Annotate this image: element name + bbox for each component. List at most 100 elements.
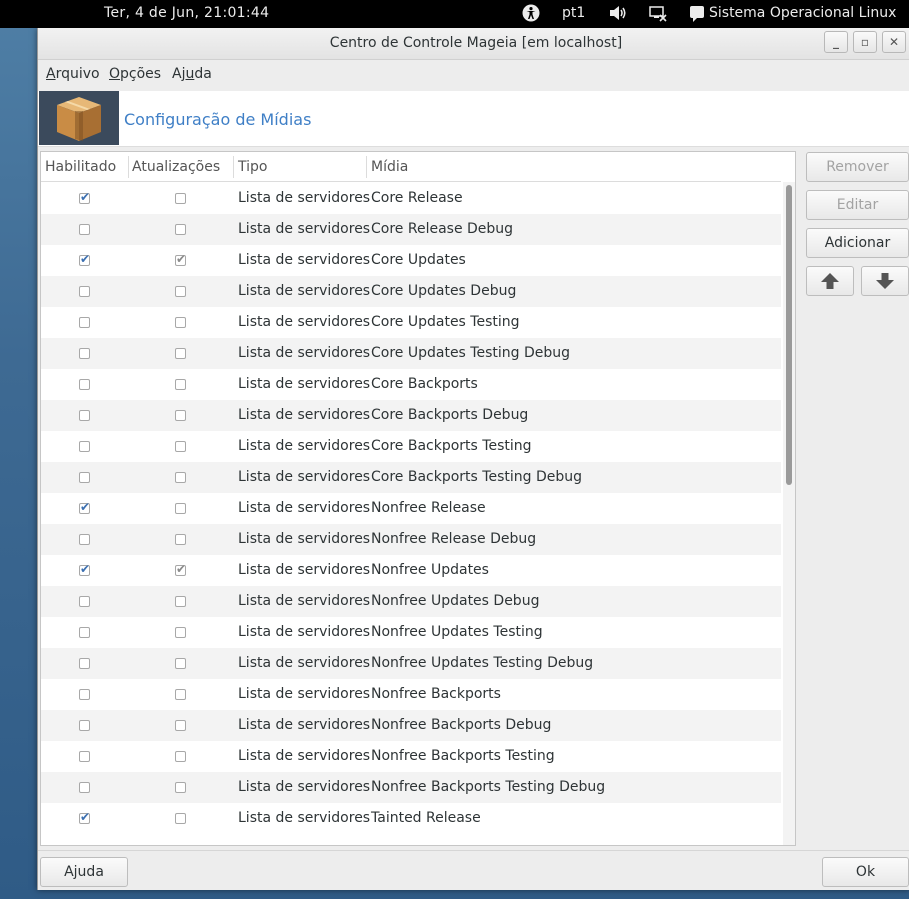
- enabled-checkbox[interactable]: [79, 627, 90, 638]
- enabled-checkbox[interactable]: [79, 500, 90, 514]
- accessibility-icon[interactable]: [522, 4, 540, 22]
- updates-checkbox[interactable]: [175, 562, 186, 576]
- table-row[interactable]: Lista de servidores Core Backports Testin…: [41, 462, 781, 493]
- updates-checkbox[interactable]: [175, 441, 186, 452]
- enabled-checkbox[interactable]: [79, 379, 90, 390]
- network-icon[interactable]: [648, 4, 668, 22]
- table-row[interactable]: Lista de servidores Nonfree Backports Tes…: [41, 772, 781, 803]
- enabled-checkbox[interactable]: [79, 562, 90, 576]
- enabled-checkbox[interactable]: [79, 224, 90, 235]
- updates-checkbox[interactable]: [175, 751, 186, 762]
- column-header-tipo[interactable]: Tipo: [238, 159, 267, 175]
- cell-tipo: Lista de servidores: [238, 190, 371, 206]
- menu-ajuda[interactable]: Ajuda: [172, 66, 212, 82]
- column-divider[interactable]: [128, 156, 129, 178]
- table-row[interactable]: Lista de servidores Nonfree Updates Debug: [41, 586, 781, 617]
- table-row[interactable]: Lista de servidores Core Updates Debug: [41, 276, 781, 307]
- maximize-button[interactable]: ▫: [853, 31, 877, 53]
- enabled-checkbox[interactable]: [79, 689, 90, 700]
- table-row[interactable]: Lista de servidores Core Release Debug: [41, 214, 781, 245]
- updates-checkbox[interactable]: [175, 503, 186, 514]
- remove-button[interactable]: Remover: [806, 152, 909, 182]
- updates-checkbox[interactable]: [175, 782, 186, 793]
- updates-checkbox[interactable]: [175, 596, 186, 607]
- enabled-checkbox[interactable]: [79, 658, 90, 669]
- ok-button[interactable]: Ok: [822, 857, 909, 887]
- updates-checkbox[interactable]: [175, 286, 186, 297]
- enabled-checkbox[interactable]: [79, 782, 90, 793]
- user-menu[interactable]: Sistema Operacional Linux: [690, 5, 896, 22]
- table-row[interactable]: Lista de servidores Nonfree Updates Testi…: [41, 648, 781, 679]
- updates-checkbox[interactable]: [175, 224, 186, 235]
- vertical-scrollbar[interactable]: [783, 182, 795, 845]
- updates-checkbox[interactable]: [175, 720, 186, 731]
- enabled-checkbox[interactable]: [79, 441, 90, 452]
- titlebar[interactable]: Centro de Controle Mageia [em localhost]…: [38, 28, 909, 60]
- table-row[interactable]: Lista de servidores Nonfree Backports: [41, 679, 781, 710]
- column-divider[interactable]: [233, 156, 234, 178]
- enabled-checkbox[interactable]: [79, 720, 90, 731]
- table-row[interactable]: Lista de servidoresNonfree Release: [41, 493, 781, 524]
- table-row[interactable]: Lista de servidores Core Updates Testing …: [41, 338, 781, 369]
- table-row[interactable]: Lista de servidores Core Backports Debug: [41, 400, 781, 431]
- updates-checkbox[interactable]: [175, 658, 186, 669]
- table-row[interactable]: Lista de servidores Nonfree Updates Testi…: [41, 617, 781, 648]
- enabled-checkbox[interactable]: [79, 596, 90, 607]
- cell-tipo: Lista de servidores: [238, 314, 371, 330]
- enabled-checkbox[interactable]: [79, 410, 90, 421]
- cell-tipo: Lista de servidores: [238, 655, 371, 671]
- enabled-checkbox[interactable]: [79, 317, 90, 328]
- enabled-checkbox[interactable]: [79, 810, 90, 824]
- updates-checkbox[interactable]: [175, 317, 186, 328]
- table-row[interactable]: Lista de servidores Core Backports: [41, 369, 781, 400]
- enabled-checkbox[interactable]: [79, 534, 90, 545]
- table-row[interactable]: Lista de servidoresNonfree Updates: [41, 555, 781, 586]
- updates-checkbox[interactable]: [175, 534, 186, 545]
- updates-checkbox[interactable]: [175, 689, 186, 700]
- updates-checkbox[interactable]: [175, 193, 186, 204]
- table-row[interactable]: Lista de servidores Core Backports Testin…: [41, 431, 781, 462]
- column-header-midia[interactable]: Mídia: [371, 159, 408, 175]
- table-row[interactable]: Lista de servidores Nonfree Backports Tes…: [41, 741, 781, 772]
- cell-tipo: Lista de servidores: [238, 593, 371, 609]
- column-header-habilitado[interactable]: Habilitado: [45, 159, 116, 175]
- menu-opcoes[interactable]: Opções: [109, 66, 161, 82]
- keyboard-layout-indicator[interactable]: pt1: [562, 5, 585, 21]
- minimize-button[interactable]: _: [824, 31, 848, 53]
- table-row[interactable]: Lista de servidores Nonfree Release Debug: [41, 524, 781, 555]
- updates-checkbox[interactable]: [175, 472, 186, 483]
- help-button[interactable]: Ajuda: [40, 857, 128, 887]
- move-up-button[interactable]: [806, 266, 854, 296]
- table-row[interactable]: Lista de servidoresCore Updates: [41, 245, 781, 276]
- updates-checkbox[interactable]: [175, 252, 186, 266]
- table-row[interactable]: Lista de servidoresTainted Release: [41, 803, 781, 834]
- table-row[interactable]: Lista de servidores Nonfree Backports Deb…: [41, 710, 781, 741]
- updates-checkbox[interactable]: [175, 379, 186, 390]
- column-header-atualizacoes[interactable]: Atualizações: [132, 159, 220, 175]
- enabled-checkbox[interactable]: [79, 751, 90, 762]
- menu-arquivo[interactable]: Arquivo: [46, 66, 100, 82]
- enabled-checkbox[interactable]: [79, 252, 90, 266]
- scrollbar-thumb[interactable]: [786, 185, 792, 485]
- edit-button[interactable]: Editar: [806, 190, 909, 220]
- close-button[interactable]: ✕: [882, 31, 906, 53]
- control-center-window: Centro de Controle Mageia [em localhost]…: [37, 28, 909, 890]
- updates-checkbox[interactable]: [175, 627, 186, 638]
- cell-midia: Nonfree Updates: [371, 562, 489, 578]
- column-divider[interactable]: [366, 156, 367, 178]
- add-button[interactable]: Adicionar: [806, 228, 909, 258]
- move-down-button[interactable]: [861, 266, 909, 296]
- updates-checkbox[interactable]: [175, 348, 186, 359]
- enabled-checkbox[interactable]: [79, 286, 90, 297]
- enabled-checkbox[interactable]: [79, 348, 90, 359]
- clock[interactable]: Ter, 4 de Jun, 21:01:44: [104, 5, 269, 21]
- table-row[interactable]: Lista de servidores Core Updates Testing: [41, 307, 781, 338]
- updates-checkbox[interactable]: [175, 813, 186, 824]
- cell-tipo: Lista de servidores: [238, 407, 371, 423]
- cell-midia: Nonfree Backports Testing: [371, 748, 555, 764]
- volume-icon[interactable]: [608, 4, 628, 22]
- updates-checkbox[interactable]: [175, 410, 186, 421]
- table-row[interactable]: Lista de servidoresCore Release: [41, 183, 781, 214]
- enabled-checkbox[interactable]: [79, 472, 90, 483]
- enabled-checkbox[interactable]: [79, 190, 90, 204]
